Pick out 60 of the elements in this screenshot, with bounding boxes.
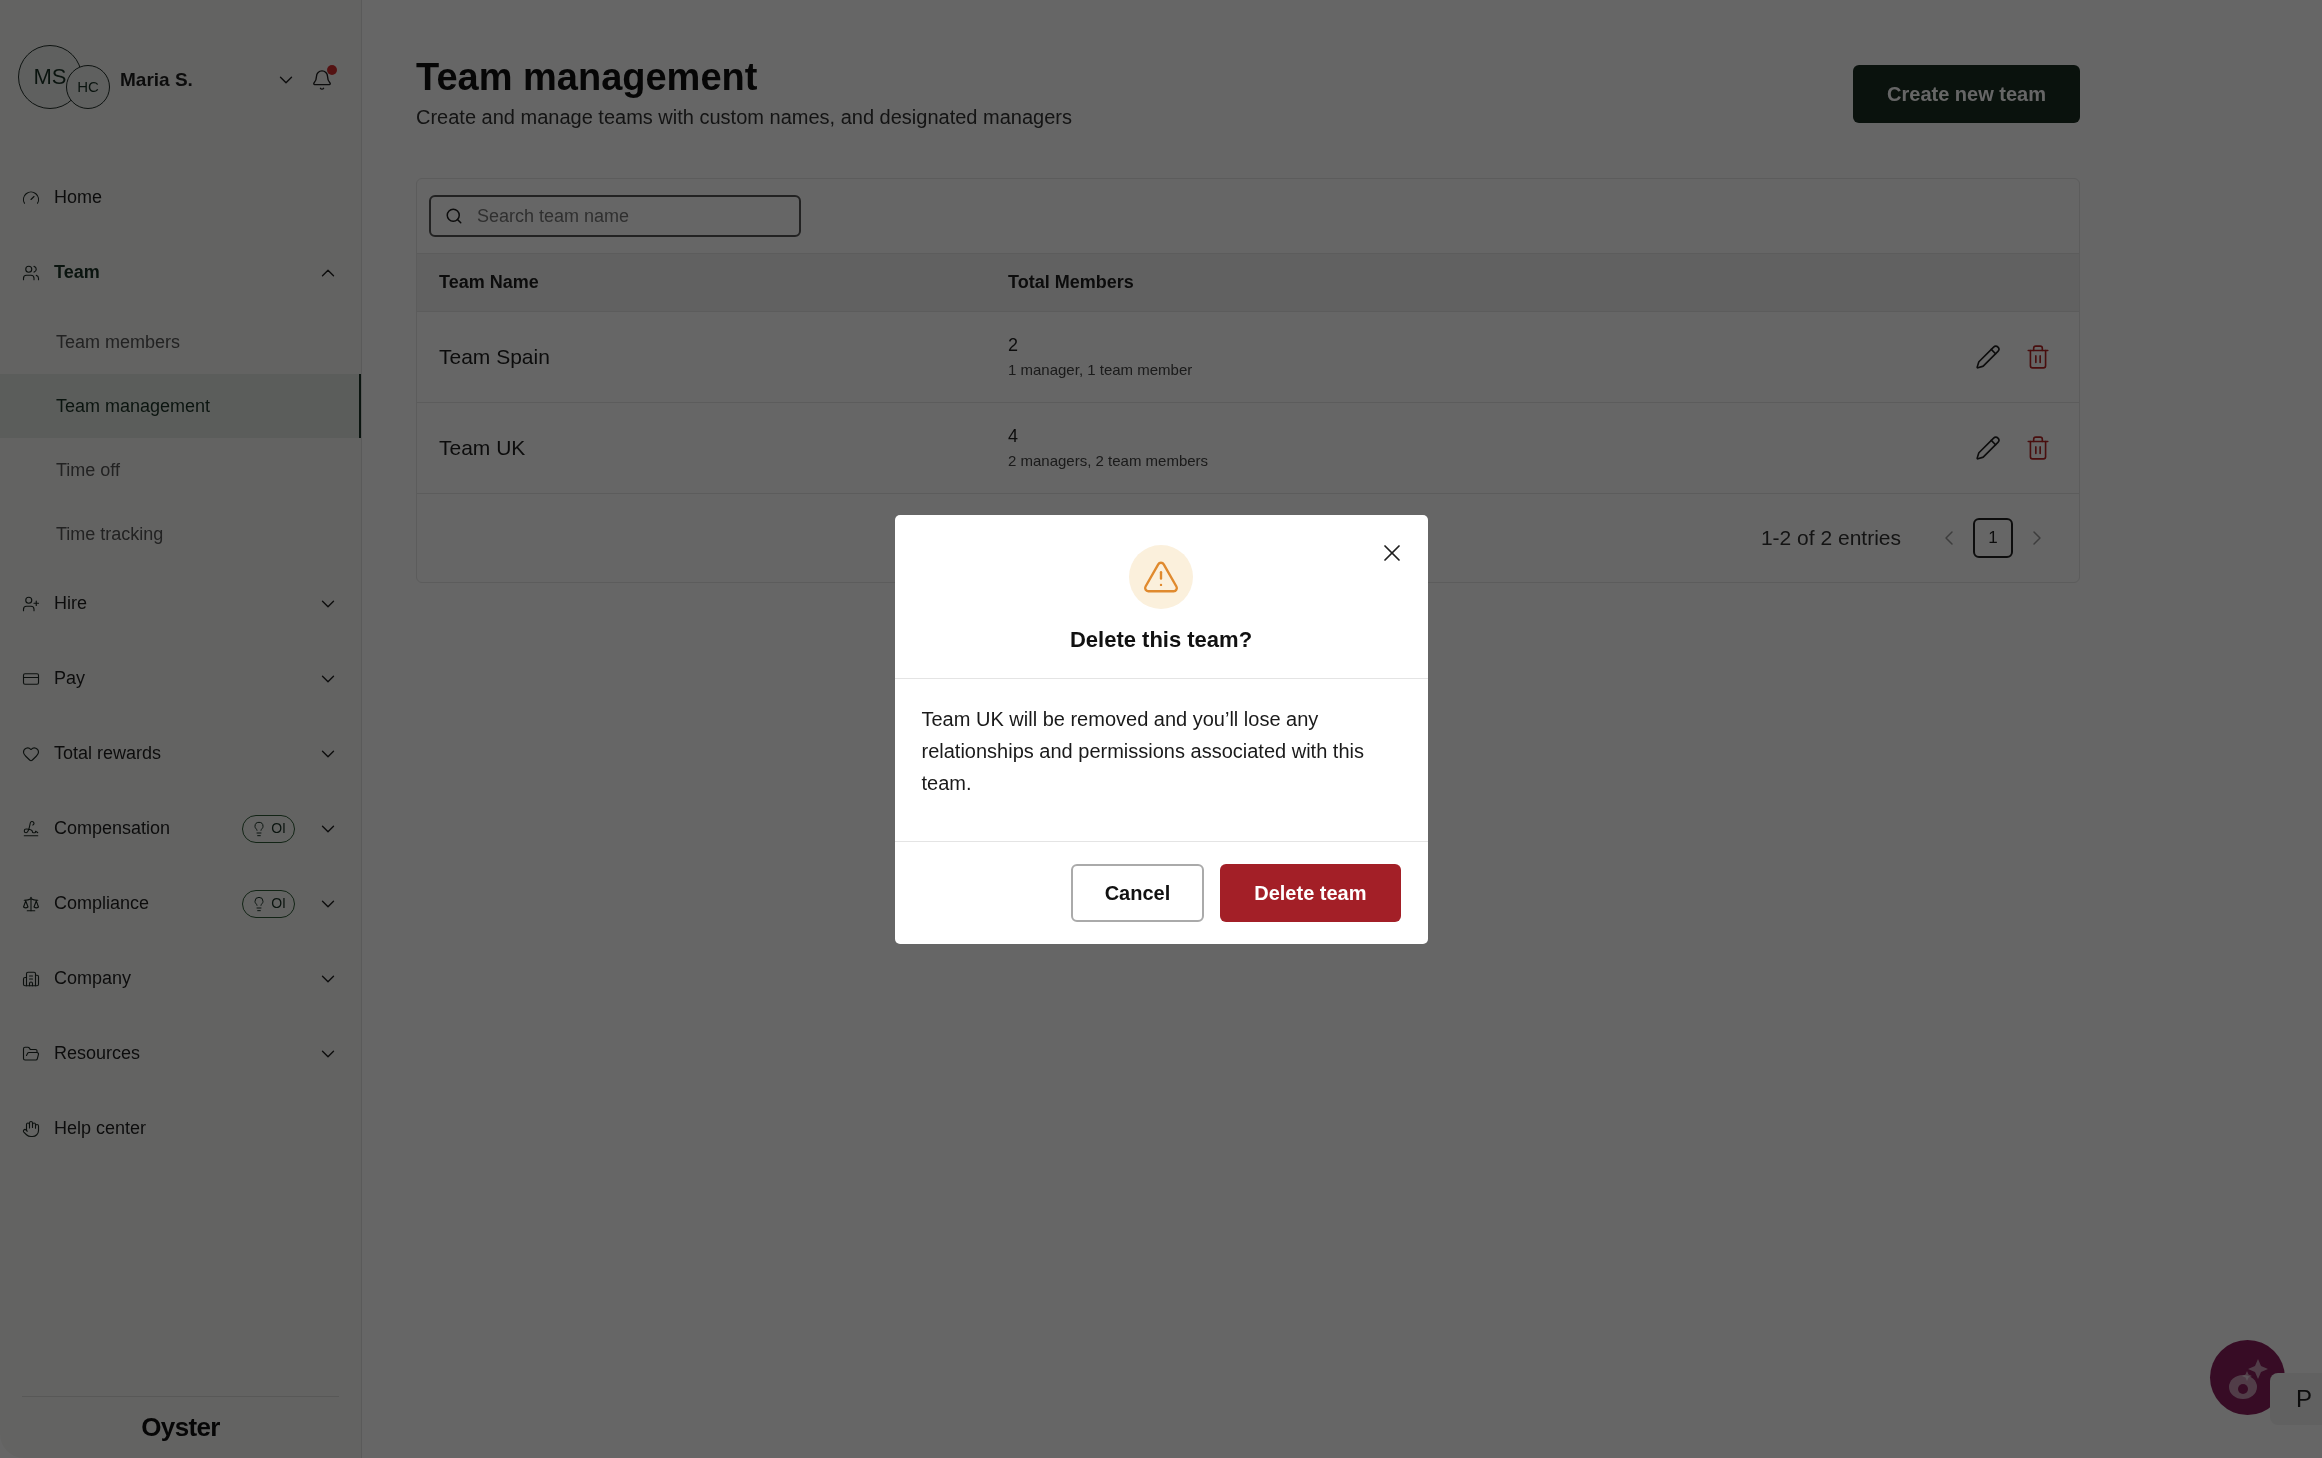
edit-icon[interactable] xyxy=(1975,344,2001,370)
nav-item[interactable]: Compensation OI xyxy=(0,791,361,866)
notification-bell[interactable] xyxy=(311,67,335,93)
tooltip: P xyxy=(2270,1373,2322,1425)
nav-label: Total rewards xyxy=(54,742,162,765)
nav-label: Compliance xyxy=(54,892,150,915)
nav-item[interactable]: Pay xyxy=(0,641,361,716)
avatar[interactable]: HC xyxy=(66,65,110,109)
heart-icon xyxy=(22,744,40,763)
table-cell-text: Team Spain xyxy=(439,344,551,371)
nav-label: Hire xyxy=(54,592,87,615)
page-title: Team management xyxy=(416,55,759,100)
nav-label: Team xyxy=(54,261,100,284)
nav-item[interactable]: Compliance OI xyxy=(0,866,361,941)
create-team-button[interactable]: Create new team xyxy=(1853,65,2080,123)
nav-label: Compensation xyxy=(54,817,171,840)
nav-label: Company xyxy=(54,967,132,990)
edit-icon[interactable] xyxy=(1975,435,2001,461)
nav-label: Help center xyxy=(54,1117,147,1140)
member-count: 2 xyxy=(1008,334,1019,358)
user-name: Maria S. xyxy=(120,67,193,92)
subnav-item[interactable]: Team management xyxy=(0,374,361,438)
dialog-title: Delete this team? xyxy=(1069,625,1253,654)
entries-summary: 1-2 of 2 entries xyxy=(1760,525,1901,552)
subnav-item[interactable]: Time tracking xyxy=(0,502,361,566)
nav-item[interactable]: Home xyxy=(0,160,361,235)
logo: Oyster xyxy=(141,1411,220,1444)
signature-icon xyxy=(22,819,40,838)
dialog-message: Team UK will be removed and you’ll lose any relationships and permissions associated with this team. xyxy=(894,678,1428,842)
member-breakdown: 2 managers, 2 team members xyxy=(1008,451,1210,472)
nav-item[interactable]: Help center xyxy=(0,1091,361,1166)
column-header: Team Name xyxy=(439,271,540,294)
subnav-item[interactable]: Time off xyxy=(0,438,361,502)
nav-item[interactable]: Team xyxy=(0,235,361,310)
search-icon xyxy=(445,207,463,225)
nav-item[interactable]: Total rewards xyxy=(0,716,361,791)
nav-item[interactable]: Company xyxy=(0,941,361,1016)
member-breakdown: 1 manager, 1 team member xyxy=(1008,360,1194,381)
page-button[interactable]: 1 xyxy=(1973,518,2013,558)
person-plus-icon xyxy=(22,594,40,613)
delete-icon[interactable] xyxy=(2025,344,2051,370)
nav-item[interactable]: Resources xyxy=(0,1016,361,1091)
member-count: 4 xyxy=(1008,425,1019,449)
page-subtitle: Create and manage teams with custom names, and designated managers xyxy=(416,105,1072,130)
subnav-item[interactable]: Team members xyxy=(0,310,361,374)
nav-item[interactable]: Hire xyxy=(0,566,361,641)
nav-label: Resources xyxy=(54,1042,141,1065)
building-icon xyxy=(22,969,40,988)
delete-team-button[interactable]: Delete team xyxy=(1220,863,1401,922)
scale-icon xyxy=(22,894,40,913)
table-cell-text: Team UK xyxy=(439,435,527,462)
folder-icon xyxy=(22,1044,40,1063)
delete-icon[interactable] xyxy=(2025,435,2051,461)
nav-label: Pay xyxy=(54,667,86,690)
people-icon xyxy=(22,263,40,282)
nav-label: Home xyxy=(54,186,102,209)
cancel-button[interactable]: Cancel xyxy=(1070,863,1205,922)
hand-icon xyxy=(22,1119,40,1138)
gauge-icon xyxy=(22,188,40,207)
column-header: Total Members xyxy=(1008,271,1134,294)
